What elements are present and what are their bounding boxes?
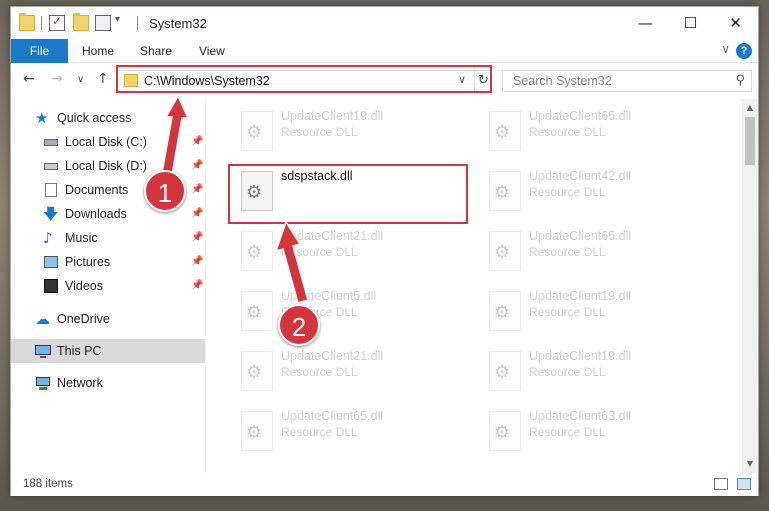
callout-arrows <box>161 94 309 304</box>
arrow-1-icon <box>161 94 190 176</box>
arrow-2-icon <box>274 220 309 304</box>
step-2-badge: 2 <box>278 304 320 346</box>
step-1-badge: 1 <box>144 170 186 212</box>
